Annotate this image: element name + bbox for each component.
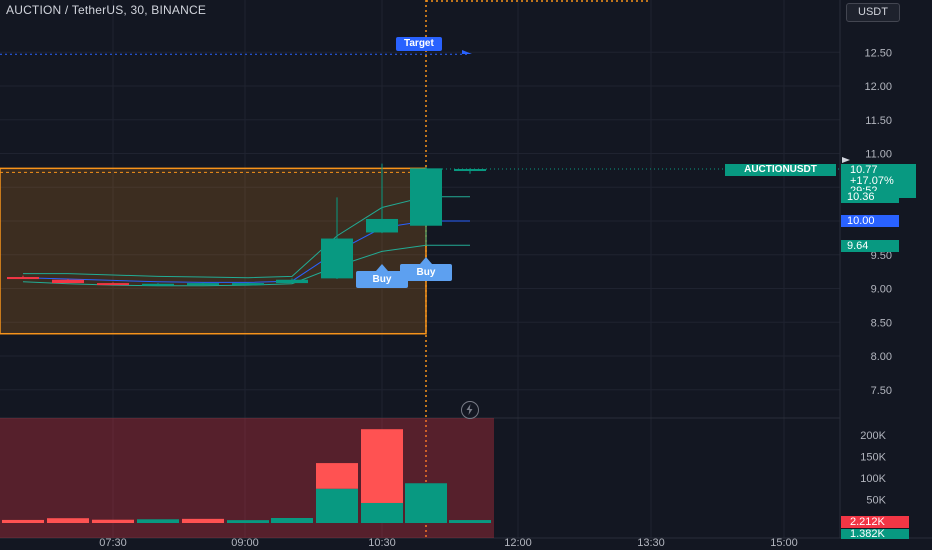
volume-bar-up-7 [316,488,358,523]
price-tick-3: 9.00 [871,284,892,296]
volume-bar-0 [2,519,44,523]
time-tick-5: 15:00 [770,537,798,549]
volume-bar-down-7 [316,463,358,489]
volume-tag-2: 1.382K [841,529,909,539]
volume-tick-0: 50K [866,495,886,507]
candle-body-8 [366,218,398,233]
candle-body-5 [232,283,264,286]
candle-body-0 [7,277,39,280]
axis-marker [842,157,850,163]
last-price: 10.77 [850,164,878,176]
level-mid-tag: 10.00 [841,215,899,227]
price-tick-7: 11.00 [865,149,892,161]
volume-bar-9 [405,483,447,523]
volume-bar-5 [227,520,269,523]
volume-bar-4 [182,518,224,523]
volume-bar-6 [271,517,313,523]
time-tick-1: 09:00 [231,537,259,549]
price-tick-8: 11.50 [865,115,892,127]
entry-zone-box [0,167,427,335]
volume-tick-1: 100K [860,473,886,485]
candle-body-3 [142,283,174,286]
chart-canvas[interactable]: 7.508.008.509.009.5010.0010.5011.0011.50… [0,0,932,550]
time-tick-4: 13:30 [637,537,665,549]
volume-bar-down-8 [361,429,403,503]
volume-tick-3: 200K [860,430,886,442]
time-tick-2: 10:30 [368,537,396,549]
price-tick-9: 12.00 [864,81,892,93]
volume-bar-3 [137,519,179,523]
volume-bar-10 [449,520,491,523]
volume-bar-up-8 [361,502,403,523]
symbol-price-tag: AUCTIONUSDT [725,164,836,176]
candle-body-9 [410,168,442,226]
lightning-bolt-icon[interactable] [461,401,479,419]
level-lower-tag: 9.64 [841,240,899,252]
price-tick-1: 8.00 [871,351,892,363]
buy-signal-2: Buy [400,264,452,281]
volume-tick-2: 150K [860,452,886,464]
level-upper-tag: 10.36 [841,191,899,203]
target-label: Target [396,37,442,51]
time-tick-3: 12:00 [504,537,532,549]
candle-body-4 [187,283,219,286]
time-tick-0: 07:30 [99,537,127,549]
candle-body-7 [321,238,353,279]
candle-body-2 [97,283,129,286]
candle-body-6 [276,279,308,284]
candle-body-1 [52,279,84,284]
candle-body-10 [454,169,486,172]
price-tick-10: 12.50 [864,47,892,59]
volume-bar-2 [92,519,134,523]
currency-button[interactable]: USDT [846,3,900,22]
symbol-title: AUCTION / TetherUS, 30, BINANCE [6,3,207,17]
volume-bar-1 [47,518,89,523]
price-tick-0: 7.50 [871,385,892,397]
volume-tag-1: 2.212K [841,516,909,528]
price-tick-2: 8.50 [871,317,892,329]
